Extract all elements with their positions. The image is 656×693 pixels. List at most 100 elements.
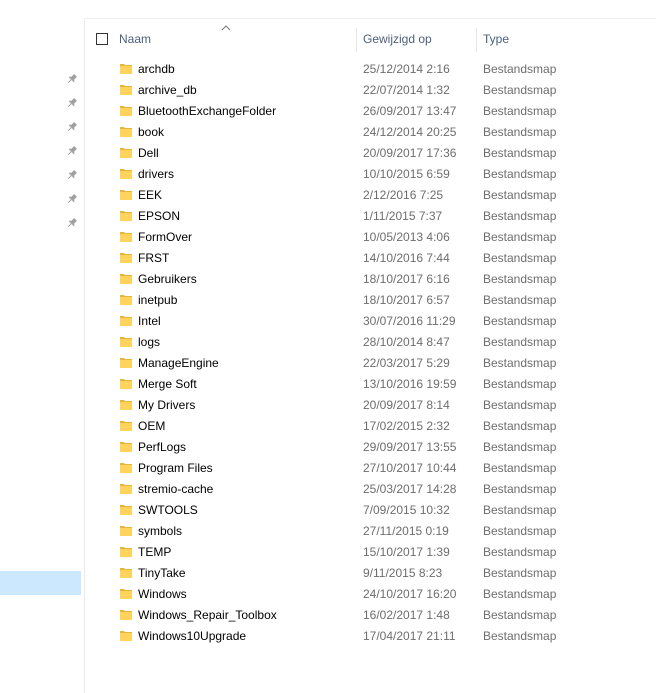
file-name[interactable]: TinyTake bbox=[138, 566, 186, 580]
file-modified-date: 27/10/2017 10:44 bbox=[363, 461, 457, 475]
file-row[interactable]: OEM 17/02/2015 2:32 Bestandsmap bbox=[85, 415, 656, 436]
file-name[interactable]: Dell bbox=[138, 146, 159, 160]
file-modified-date: 9/11/2015 8:23 bbox=[363, 566, 443, 580]
file-name[interactable]: BluetoothExchangeFolder bbox=[138, 104, 276, 118]
pin-icon[interactable] bbox=[66, 121, 78, 133]
file-row[interactable]: FRST 14/10/2016 7:44 Bestandsmap bbox=[85, 247, 656, 268]
pin-icon[interactable] bbox=[66, 73, 78, 85]
folder-icon bbox=[120, 610, 132, 620]
file-modified-date: 25/12/2014 2:16 bbox=[363, 62, 450, 76]
file-row[interactable]: Intel 30/07/2016 11:29 Bestandsmap bbox=[85, 310, 656, 331]
file-modified-date: 20/09/2017 17:36 bbox=[363, 146, 457, 160]
file-row[interactable]: Windows_Repair_Toolbox 16/02/2017 1:48 Bes… bbox=[85, 604, 656, 625]
file-name[interactable]: ManageEngine bbox=[138, 356, 219, 370]
file-row[interactable]: ManageEngine 22/03/2017 5:29 Bestandsmap bbox=[85, 352, 656, 373]
file-type: Bestandsmap bbox=[483, 146, 557, 160]
file-type: Bestandsmap bbox=[483, 104, 557, 118]
file-row[interactable]: Windows10Upgrade 17/04/2017 21:11 Bestands… bbox=[85, 625, 656, 646]
file-type: Bestandsmap bbox=[483, 167, 557, 181]
folder-icon bbox=[120, 484, 132, 494]
file-name[interactable]: Windows10Upgrade bbox=[138, 629, 246, 643]
column-header-bar: Naam Gewijzigd op Type bbox=[85, 25, 656, 52]
file-row[interactable]: FormOver 10/05/2013 4:06 Bestandsmap bbox=[85, 226, 656, 247]
file-row[interactable]: Merge Soft 13/10/2016 19:59 Bestandsmap bbox=[85, 373, 656, 394]
file-name[interactable]: symbols bbox=[138, 524, 182, 538]
file-modified-date: 10/10/2015 6:59 bbox=[363, 167, 450, 181]
pin-icon[interactable] bbox=[66, 169, 78, 181]
file-row[interactable]: Windows 24/10/2017 16:20 Bestandsmap bbox=[85, 583, 656, 604]
file-row[interactable]: drivers 10/10/2015 6:59 Bestandsmap bbox=[85, 163, 656, 184]
pin-icon[interactable] bbox=[66, 217, 78, 229]
file-name[interactable]: EEK bbox=[138, 188, 162, 202]
file-row[interactable]: TinyTake 9/11/2015 8:23 Bestandsmap bbox=[85, 562, 656, 583]
file-row[interactable]: symbols 27/11/2015 0:19 Bestandsmap bbox=[85, 520, 656, 541]
file-type: Bestandsmap bbox=[483, 293, 557, 307]
folder-icon bbox=[120, 211, 132, 221]
file-name[interactable]: archdb bbox=[138, 62, 175, 76]
file-row[interactable]: EPSON 1/11/2015 7:37 Bestandsmap bbox=[85, 205, 656, 226]
file-type: Bestandsmap bbox=[483, 83, 557, 97]
file-name[interactable]: Gebruikers bbox=[138, 272, 197, 286]
file-name[interactable]: FRST bbox=[138, 251, 169, 265]
column-header-date[interactable]: Gewijzigd op bbox=[363, 32, 432, 46]
file-row[interactable]: BluetoothExchangeFolder 26/09/2017 13:47 B… bbox=[85, 100, 656, 121]
column-resize-handle-name[interactable] bbox=[356, 28, 357, 52]
file-row[interactable]: archive_db 22/07/2014 1:32 Bestandsmap bbox=[85, 79, 656, 100]
file-row[interactable]: Dell 20/09/2017 17:36 Bestandsmap bbox=[85, 142, 656, 163]
navigation-pane[interactable] bbox=[0, 0, 84, 693]
file-name[interactable]: Windows bbox=[138, 587, 187, 601]
file-modified-date: 30/07/2016 11:29 bbox=[363, 314, 456, 328]
pin-icon[interactable] bbox=[66, 145, 78, 157]
column-header-type[interactable]: Type bbox=[483, 32, 509, 46]
file-row[interactable]: Gebruikers 18/10/2017 6:16 Bestandsmap bbox=[85, 268, 656, 289]
file-row[interactable]: My Drivers 20/09/2017 8:14 Bestandsmap bbox=[85, 394, 656, 415]
file-row[interactable]: inetpub 18/10/2017 6:57 Bestandsmap bbox=[85, 289, 656, 310]
file-name[interactable]: archive_db bbox=[138, 83, 197, 97]
column-resize-handle-date[interactable] bbox=[476, 28, 477, 52]
file-name[interactable]: EPSON bbox=[138, 209, 180, 223]
file-type: Bestandsmap bbox=[483, 629, 557, 643]
file-row[interactable]: stremio-cache 25/03/2017 14:28 Bestandsmap bbox=[85, 478, 656, 499]
pin-icon[interactable] bbox=[66, 97, 78, 109]
file-name[interactable]: Intel bbox=[138, 314, 161, 328]
file-modified-date: 1/11/2015 7:37 bbox=[363, 209, 443, 223]
file-row[interactable]: EEK 2/12/2016 7:25 Bestandsmap bbox=[85, 184, 656, 205]
file-modified-date: 18/10/2017 6:16 bbox=[363, 272, 450, 286]
file-name[interactable]: logs bbox=[138, 335, 160, 349]
file-row[interactable]: Program Files 27/10/2017 10:44 Bestandsmap bbox=[85, 457, 656, 478]
folder-icon bbox=[120, 505, 132, 515]
nav-selected-item[interactable] bbox=[0, 571, 81, 595]
file-type: Bestandsmap bbox=[483, 587, 557, 601]
pin-icon[interactable] bbox=[66, 193, 78, 205]
folder-icon bbox=[120, 127, 132, 137]
file-name[interactable]: inetpub bbox=[138, 293, 177, 307]
folder-icon bbox=[120, 400, 132, 410]
file-name[interactable]: OEM bbox=[138, 419, 165, 433]
file-name[interactable]: drivers bbox=[138, 167, 174, 181]
file-row[interactable]: book 24/12/2014 20:25 Bestandsmap bbox=[85, 121, 656, 142]
file-name[interactable]: My Drivers bbox=[138, 398, 195, 412]
file-name[interactable]: PerfLogs bbox=[138, 440, 186, 454]
file-row[interactable]: archdb 25/12/2014 2:16 Bestandsmap bbox=[85, 58, 656, 79]
file-modified-date: 22/03/2017 5:29 bbox=[363, 356, 450, 370]
folder-icon bbox=[120, 232, 132, 242]
column-header-name[interactable]: Naam bbox=[119, 32, 151, 46]
file-type: Bestandsmap bbox=[483, 209, 557, 223]
file-name[interactable]: stremio-cache bbox=[138, 482, 213, 496]
file-name[interactable]: book bbox=[138, 125, 164, 139]
file-row[interactable]: TEMP 15/10/2017 1:39 Bestandsmap bbox=[85, 541, 656, 562]
file-name[interactable]: Windows_Repair_Toolbox bbox=[138, 608, 277, 622]
file-modified-date: 28/10/2014 8:47 bbox=[363, 335, 450, 349]
file-type: Bestandsmap bbox=[483, 314, 557, 328]
folder-icon bbox=[120, 85, 132, 95]
file-name[interactable]: Program Files bbox=[138, 461, 213, 475]
file-name[interactable]: TEMP bbox=[138, 545, 171, 559]
file-row[interactable]: PerfLogs 29/09/2017 13:55 Bestandsmap bbox=[85, 436, 656, 457]
select-all-checkbox[interactable] bbox=[96, 33, 108, 45]
file-name[interactable]: FormOver bbox=[138, 230, 192, 244]
file-row[interactable]: logs 28/10/2014 8:47 Bestandsmap bbox=[85, 331, 656, 352]
file-name[interactable]: SWTOOLS bbox=[138, 503, 198, 517]
sort-ascending-icon bbox=[221, 25, 231, 31]
file-row[interactable]: SWTOOLS 7/09/2015 10:32 Bestandsmap bbox=[85, 499, 656, 520]
file-name[interactable]: Merge Soft bbox=[138, 377, 197, 391]
